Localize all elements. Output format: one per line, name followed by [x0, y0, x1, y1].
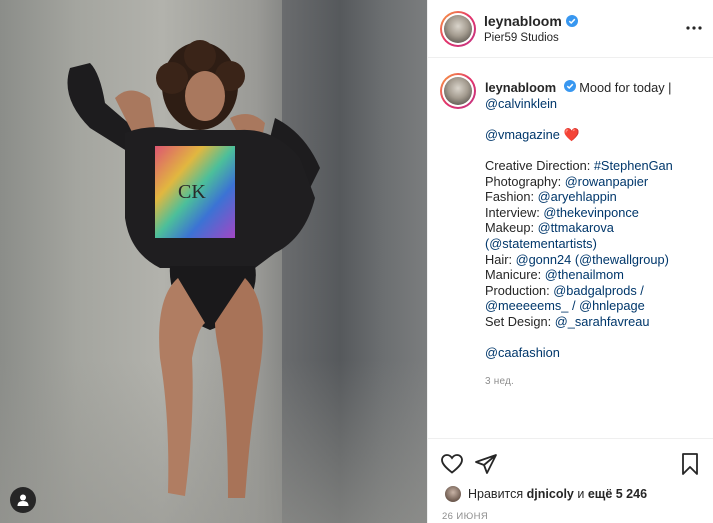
credit-line: Makeup: @ttmakarova [485, 220, 707, 236]
time-ago[interactable]: 3 нед. [485, 376, 514, 387]
likes-summary: Нравится djnicoly и ещё 5 246 [444, 485, 647, 503]
credit-link[interactable]: @thenailmom [545, 267, 624, 282]
credit-line: Interview: @thekevinponce [485, 205, 707, 221]
likes-middle: и [573, 487, 588, 501]
liker-avatar[interactable] [444, 485, 462, 503]
tag-button[interactable] [10, 487, 36, 513]
post-sidebar: leynabloom Pier59 Studios leynabloom Moo… [427, 0, 713, 523]
credit-link[interactable]: @thekevinponce [543, 205, 639, 220]
credit-link[interactable]: @badgalprods / [553, 283, 644, 298]
credit-line: Creative Direction: #StephenGan [485, 158, 707, 174]
heart-icon[interactable] [440, 452, 464, 476]
caption-line-1: Mood for today | [579, 80, 672, 95]
caption-avatar[interactable] [440, 73, 476, 109]
credit-label: Manicure: [485, 267, 545, 283]
paper-plane-icon[interactable] [474, 452, 498, 476]
more-options-button[interactable] [682, 18, 706, 38]
bookmark-icon[interactable] [678, 452, 702, 476]
credit-link[interactable]: @_sarahfavreau [555, 314, 650, 329]
credit-link[interactable]: @rowanpapier [565, 174, 648, 189]
credit-line: Manicure: @thenailmom [485, 267, 707, 283]
credit-label: Makeup: [485, 220, 538, 236]
post-actions: Нравится djnicoly и ещё 5 246 26 ИЮНЯ [428, 438, 713, 523]
svg-text:CK: CK [178, 181, 206, 203]
credit-line: Production: @badgalprods / [485, 283, 707, 299]
mention-link[interactable]: @caafashion [485, 345, 560, 360]
credit-link[interactable]: #StephenGan [594, 158, 673, 173]
action-buttons [440, 452, 702, 476]
author-username-link[interactable]: leynabloom [484, 13, 562, 29]
credit-link[interactable]: @meeeeems_ / @hnlepage [485, 298, 645, 313]
verified-badge-icon [565, 15, 578, 27]
credit-line: Hair: @gonn24 (@thewallgroup) [485, 252, 707, 268]
post-photo[interactable]: CK [0, 0, 427, 523]
post-caption: leynabloom Mood for today | @calvinklein… [428, 58, 713, 438]
credit-line: Photography: @rowanpapier [485, 174, 707, 190]
credit-line: (@statementartists) [485, 236, 707, 252]
post-date[interactable]: 26 ИЮНЯ [442, 511, 488, 522]
caption-username[interactable]: leynabloom [485, 80, 556, 95]
mention-link[interactable]: @calvinklein [485, 96, 557, 111]
credit-link[interactable]: (@statementartists) [485, 236, 597, 251]
credit-label: Set Design: [485, 313, 555, 329]
credit-label: Creative Direction: [485, 157, 594, 173]
post-location[interactable]: Pier59 Studios [484, 32, 559, 44]
credit-label: Production: [485, 282, 554, 298]
credit-label: Hair: [485, 251, 516, 267]
credit-line: Set Design: @_sarahfavreau [485, 314, 707, 330]
liker-username[interactable]: djnicoly [527, 487, 574, 501]
heart-emoji: ❤️ [563, 126, 580, 142]
likes-prefix: Нравится [468, 487, 524, 501]
credit-label: Interview: [485, 204, 544, 220]
model-figure: CK [67, 40, 320, 498]
likes-count[interactable]: ещё 5 246 [588, 487, 647, 501]
verified-badge-icon [563, 80, 576, 92]
credit-link[interactable]: @aryehlappin [538, 189, 617, 204]
credit-line: @meeeeems_ / @hnlepage [485, 298, 707, 314]
credits-list: Creative Direction: #StephenGan Photograp… [485, 158, 707, 330]
credit-line: Fashion: @aryehlappin [485, 189, 707, 205]
instagram-post: CK leynabloom Pier59 Studios leynabloom … [0, 0, 713, 523]
credit-link[interactable]: @gonn24 (@thewallgroup) [516, 252, 669, 267]
credit-label: Fashion: [485, 189, 538, 205]
author-username[interactable]: leynabloom [484, 13, 578, 29]
credit-label: Photography: [485, 173, 565, 189]
user-tag-icon [17, 494, 29, 506]
mention-link[interactable]: @vmagazine [485, 127, 560, 142]
more-options-icon [686, 26, 702, 30]
post-header: leynabloom Pier59 Studios [428, 0, 713, 58]
caption-text: leynabloom Mood for today | @calvinklein… [485, 80, 707, 361]
author-avatar[interactable] [440, 11, 476, 47]
credit-link[interactable]: @ttmakarova [538, 220, 614, 235]
